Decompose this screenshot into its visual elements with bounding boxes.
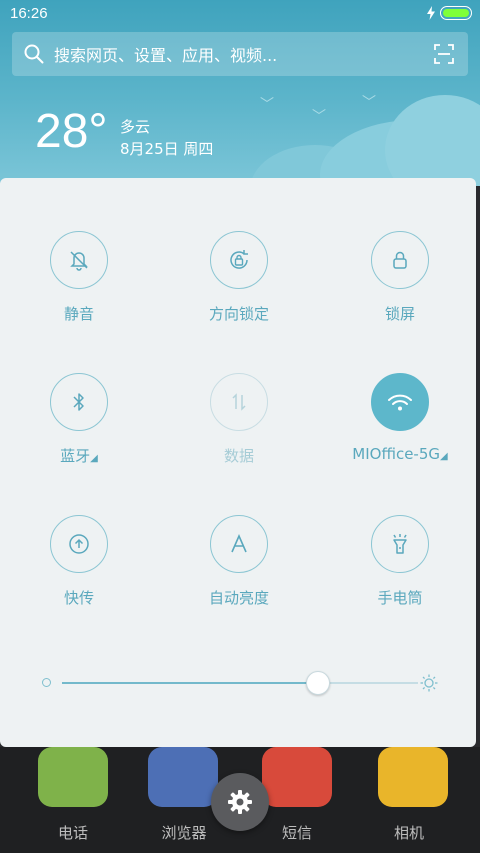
toggle-mute-label: 静音 xyxy=(63,305,94,323)
toggle-mute-button[interactable] xyxy=(50,231,108,289)
toggle-auto-brightness-label: 自动亮度 xyxy=(208,589,269,607)
toggle-quick-transfer-button[interactable] xyxy=(50,515,108,573)
weather-date: 8月25日 周四 xyxy=(120,140,214,158)
status-bar: 16:26 xyxy=(0,0,480,28)
upload-icon xyxy=(69,534,89,554)
camera-app-icon[interactable] xyxy=(378,747,448,807)
battery-icon xyxy=(440,6,472,20)
status-time: 16:26 xyxy=(10,5,48,22)
brightness-track[interactable] xyxy=(318,682,418,684)
scan-icon[interactable] xyxy=(434,44,454,64)
toggle-lock-screen-label: 锁屏 xyxy=(384,305,415,323)
toggle-wifi-label: MIOffice-5G◢ xyxy=(352,445,448,463)
brightness-track-filled xyxy=(62,682,318,684)
weather-condition: 多云 xyxy=(120,118,151,136)
dock-label-browser[interactable]: 浏览器 xyxy=(144,822,224,843)
weather-header: ﹀ ﹀ ﹀ 16:26 搜索网页、设置、应用、视频... 28° 多云 8月25… xyxy=(0,0,480,186)
search-bar[interactable]: 搜索网页、设置、应用、视频... xyxy=(12,32,468,76)
toggle-bluetooth-label: 蓝牙◢ xyxy=(60,447,98,465)
toggle-flashlight-label: 手电筒 xyxy=(377,589,423,607)
flashlight-icon xyxy=(393,534,407,554)
toggle-flashlight-button[interactable] xyxy=(371,515,429,573)
toggle-lock-screen-button[interactable] xyxy=(371,231,429,289)
phone-app-icon[interactable] xyxy=(38,747,108,807)
auto-brightness-icon xyxy=(231,534,247,553)
charging-icon xyxy=(427,6,435,20)
dock-label-camera[interactable]: 相机 xyxy=(369,822,449,843)
browser-app-icon[interactable] xyxy=(148,747,218,807)
wifi-icon xyxy=(388,394,412,411)
toggle-lock-screen[interactable]: 锁屏 xyxy=(330,231,470,324)
bell-mute-icon xyxy=(70,251,88,271)
brightness-low-icon xyxy=(42,678,51,687)
dock-label-phone[interactable]: 电话 xyxy=(33,822,113,843)
temperature: 28° xyxy=(35,105,108,158)
lock-icon xyxy=(393,251,407,269)
brightness-slider[interactable] xyxy=(36,666,448,698)
settings-button[interactable] xyxy=(211,773,269,831)
toggle-rotation-lock-label: 方向锁定 xyxy=(208,305,269,323)
toggle-quick-transfer[interactable]: 快传 xyxy=(9,515,149,608)
messages-app-icon[interactable] xyxy=(262,747,332,807)
quick-settings-panel: 静音 方向锁定 锁屏 蓝牙◢ 数据 MIOffice-5G◢ 快传 自动亮度 手… xyxy=(0,178,476,747)
bird-decoration: ﹀ xyxy=(260,97,274,113)
toggle-wifi-button[interactable] xyxy=(371,373,429,431)
brightness-slider-thumb[interactable] xyxy=(306,671,330,695)
rotation-lock-icon xyxy=(230,250,248,269)
toggle-auto-brightness-button[interactable] xyxy=(210,515,268,573)
bird-decoration: ﹀ xyxy=(362,95,376,111)
mobile-data-icon xyxy=(232,393,246,411)
dropdown-triangle-icon: ◢ xyxy=(440,451,448,462)
dock-label-messages[interactable]: 短信 xyxy=(257,822,337,843)
bird-decoration: ﹀ xyxy=(312,109,326,125)
toggle-mobile-data-label: 数据 xyxy=(223,447,254,465)
bluetooth-icon xyxy=(73,393,84,411)
toggle-rotation-lock-button[interactable] xyxy=(210,231,268,289)
toggle-wifi[interactable]: MIOffice-5G◢ xyxy=(330,373,470,463)
search-placeholder: 搜索网页、设置、应用、视频... xyxy=(54,46,278,65)
gear-icon xyxy=(228,790,252,814)
toggle-auto-brightness[interactable]: 自动亮度 xyxy=(169,515,309,608)
toggle-mobile-data[interactable]: 数据 xyxy=(169,373,309,466)
search-icon xyxy=(24,44,44,64)
cloud-decoration xyxy=(385,95,480,186)
toggle-bluetooth-button[interactable] xyxy=(50,373,108,431)
toggle-rotation-lock[interactable]: 方向锁定 xyxy=(169,231,309,324)
brightness-high-icon xyxy=(420,674,438,692)
toggle-mobile-data-button[interactable] xyxy=(210,373,268,431)
toggle-quick-transfer-label: 快传 xyxy=(63,589,94,607)
toggle-bluetooth[interactable]: 蓝牙◢ xyxy=(9,373,149,466)
toggle-mute[interactable]: 静音 xyxy=(9,231,149,324)
toggle-flashlight[interactable]: 手电筒 xyxy=(330,515,470,608)
dropdown-triangle-icon: ◢ xyxy=(90,453,98,464)
